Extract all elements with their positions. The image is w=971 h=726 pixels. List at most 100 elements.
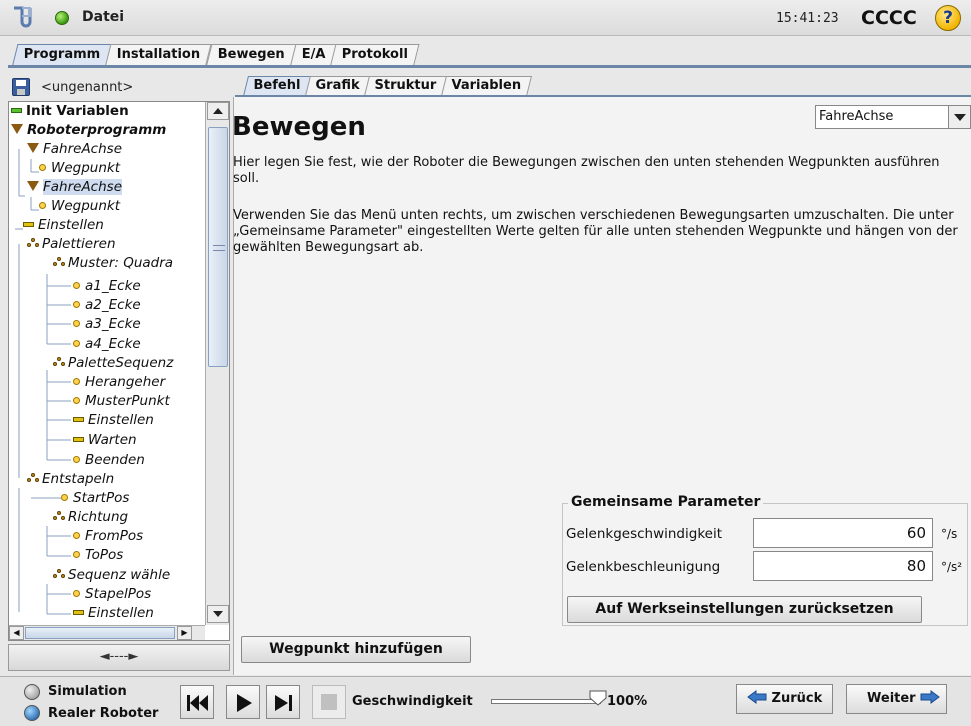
scroll-right-button[interactable]: ▶ xyxy=(177,626,192,640)
move-triangle-icon xyxy=(27,143,39,153)
file-menu[interactable]: Datei xyxy=(82,9,124,25)
tree-item[interactable]: FromPos xyxy=(73,527,143,546)
tab-grafik[interactable]: Grafik xyxy=(304,76,371,96)
tree-item[interactable]: PaletteSequenz xyxy=(53,354,173,373)
tree-item[interactable]: Init Variablen xyxy=(11,102,129,121)
set-bar-icon xyxy=(23,221,34,227)
save-icon[interactable] xyxy=(12,78,30,96)
pattern-icon xyxy=(53,356,65,367)
move-type-value: FahreAchse xyxy=(819,109,894,124)
clock: 15:41:23 xyxy=(776,11,839,26)
tab-struktur[interactable]: Struktur xyxy=(364,76,447,96)
waypoint-icon xyxy=(73,531,80,539)
back-button[interactable]: Zurück xyxy=(736,684,833,714)
step-button[interactable] xyxy=(266,685,300,719)
scroll-thumb[interactable] xyxy=(208,127,228,367)
tree-item[interactable]: ToPos xyxy=(73,546,123,565)
tab-bewegen[interactable]: Bewegen xyxy=(205,44,297,66)
tree-item[interactable]: Roboterprogramm xyxy=(11,121,166,140)
pattern-icon xyxy=(27,237,39,248)
tab-programm[interactable]: Programm xyxy=(12,44,112,66)
play-button[interactable] xyxy=(226,685,260,719)
tree-horizontal-scrollbar[interactable]: ◀ ▶ xyxy=(9,625,205,640)
tab-variablen[interactable]: Variablen xyxy=(440,76,532,96)
command-title: Bewegen xyxy=(232,112,366,142)
move-triangle-icon xyxy=(27,181,39,191)
speed-slider-thumb[interactable] xyxy=(589,690,607,706)
help-icon[interactable]: ? xyxy=(935,5,961,31)
tree-item[interactable]: Einstellen xyxy=(73,411,154,430)
scroll-down-button[interactable] xyxy=(207,605,229,623)
tree-item[interactable]: a1_Ecke xyxy=(73,277,141,296)
tab-befehl[interactable]: Befehl xyxy=(243,76,311,96)
step-forward-icon xyxy=(275,695,292,711)
tree-item[interactable]: Einstellen xyxy=(23,216,104,235)
program-header: <ungenannt> xyxy=(8,72,230,100)
waypoint-icon xyxy=(73,377,80,385)
simulation-label[interactable]: Simulation xyxy=(48,684,127,699)
scroll-up-button[interactable] xyxy=(207,102,229,120)
tree-item[interactable]: Einstellen xyxy=(73,604,154,623)
tree-item[interactable]: StapelPos xyxy=(73,585,151,604)
tree-item[interactable]: Herangeher xyxy=(73,373,165,392)
speed-label: Geschwindigkeit xyxy=(352,694,473,709)
main-tabs: Programm Installation Bewegen E/A Protok… xyxy=(12,44,421,66)
real-robot-radio[interactable] xyxy=(24,705,40,721)
tree-item[interactable]: Warten xyxy=(73,431,137,450)
wait-bar-icon xyxy=(73,436,84,442)
tree-item-selected[interactable]: FahreAchse xyxy=(27,178,123,197)
waypoint-icon xyxy=(73,396,80,404)
next-button[interactable]: Weiter xyxy=(846,684,947,714)
waypoint-icon xyxy=(39,163,46,171)
joint-speed-input[interactable]: 60 xyxy=(753,518,933,548)
scroll-left-button[interactable]: ◀ xyxy=(9,626,24,640)
common-parameters-legend: Gemeinsame Parameter xyxy=(568,494,764,510)
folder-triangle-icon xyxy=(11,124,23,134)
description-text-2: Verwenden Sie das Menü unten rechts, um … xyxy=(233,208,958,255)
tree-item[interactable]: MusterPunkt xyxy=(73,392,170,411)
speed-slider[interactable] xyxy=(491,699,601,704)
tree-item[interactable]: Sequenz wähle xyxy=(53,566,170,585)
arrow-right-icon xyxy=(920,690,940,704)
tree-item[interactable]: Wegpunkt xyxy=(39,159,120,178)
reset-defaults-button[interactable]: Auf Werkseinstellungen zurücksetzen xyxy=(567,596,922,623)
tree-item[interactable]: Muster: Quadra xyxy=(53,254,173,273)
tree-item[interactable]: Richtung xyxy=(53,508,128,527)
waypoint-icon xyxy=(73,300,80,308)
program-tree[interactable]: Init Variablen Roboterprogramm FahreAchs… xyxy=(8,101,230,641)
tab-protokoll[interactable]: Protokoll xyxy=(330,44,421,66)
title-bar: Datei 15:41:23 CCCC ? xyxy=(0,0,971,36)
tree-vertical-scrollbar[interactable] xyxy=(205,102,229,625)
chevron-down-icon[interactable] xyxy=(948,106,970,128)
tree-item[interactable]: Wegpunkt xyxy=(39,197,120,216)
rewind-button[interactable] xyxy=(180,685,214,719)
rewind-icon xyxy=(187,695,208,711)
program-name: <ungenannt> xyxy=(41,80,134,95)
robot-status-indicator xyxy=(55,11,69,25)
move-type-select[interactable]: FahreAchse xyxy=(815,105,971,129)
real-robot-label[interactable]: Realer Roboter xyxy=(48,706,158,721)
joint-accel-input[interactable]: 80 xyxy=(753,551,933,581)
set-bar-icon xyxy=(73,609,84,615)
tree-item[interactable]: Beenden xyxy=(73,451,145,470)
tree-item[interactable]: Palettieren xyxy=(27,235,116,254)
green-bar-icon xyxy=(11,107,22,113)
hscroll-thumb[interactable] xyxy=(25,627,175,639)
tree-item[interactable]: a4_Ecke xyxy=(73,335,141,354)
tree-item[interactable]: a2_Ecke xyxy=(73,296,141,315)
tree-nav-button[interactable]: ◄----► xyxy=(8,644,230,671)
waypoint-icon xyxy=(73,455,80,463)
waypoint-icon xyxy=(39,201,46,209)
tree-item[interactable]: Entstapeln xyxy=(27,470,114,489)
sub-tab-divider xyxy=(235,95,971,97)
tree-item[interactable]: a3_Ecke xyxy=(73,315,141,334)
description-text: Hier legen Sie fest, wie der Roboter die… xyxy=(233,155,940,186)
stop-button[interactable] xyxy=(312,685,346,719)
simulation-radio[interactable] xyxy=(24,684,40,700)
tree-item[interactable]: FahreAchse xyxy=(27,140,122,159)
tab-installation[interactable]: Installation xyxy=(105,44,213,66)
pattern-icon xyxy=(53,256,65,267)
add-waypoint-button[interactable]: Wegpunkt hinzufügen xyxy=(241,636,471,663)
tree-item[interactable]: StartPos xyxy=(61,489,129,508)
speed-value: 100% xyxy=(607,694,648,709)
